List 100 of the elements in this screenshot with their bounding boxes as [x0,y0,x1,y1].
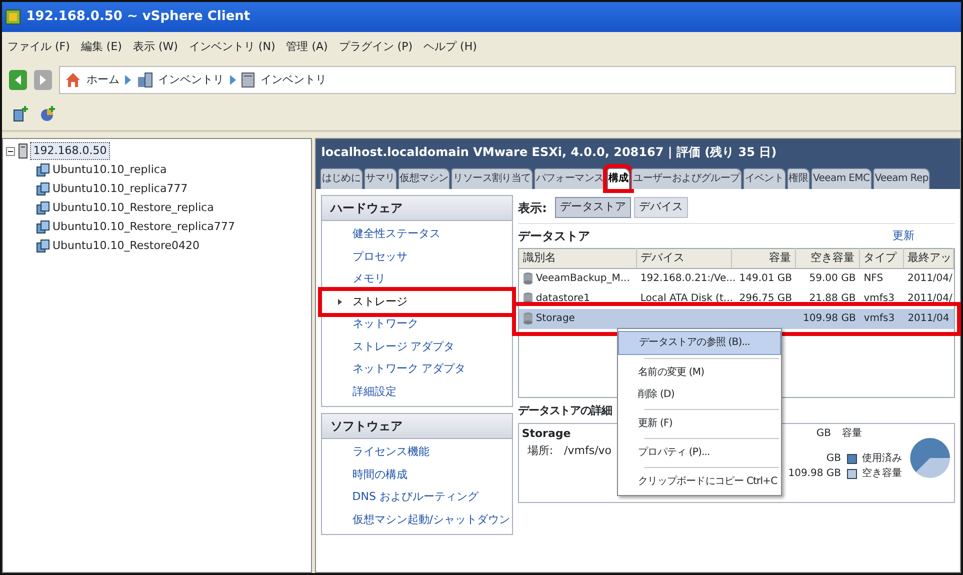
host-header-title: localhost.localdomain VMware ESXi, 4.0.0, 208167 | 評価 (残り 35 日) [321,144,777,161]
forward-icon[interactable] [33,69,53,91]
bullet-icon [338,298,342,305]
tab[interactable]: 仮想マシン [398,168,450,189]
menu-item[interactable]: 編集 (E) [80,38,122,56]
detail-value: GB [816,427,831,442]
table-cell: 2011/04 [908,313,950,324]
vm-icon [36,200,50,215]
server-icon [18,143,28,159]
breadcrumb-link[interactable]: インベントリ [158,72,224,88]
tree-node[interactable]: 192.168.0.50 [30,142,110,160]
menu-item[interactable]: 更新 (F) [618,412,782,434]
table-cell-text: VeeamBackup_M... [536,272,630,286]
section-title: データストアの詳細 [518,403,612,420]
collapse-toggle-icon[interactable] [6,146,15,156]
nav-link[interactable]: ネットワーク [322,313,512,336]
tree-node[interactable]: Ubuntu10.10_replica777 [52,180,188,197]
nav-link[interactable]: 仮想マシン起動/シャットダウン [322,508,512,532]
table-row[interactable]: Storage 109.98 GB vmfs3 2011/04 [519,308,954,329]
table-cell: 109.98 GB [803,313,856,324]
tree-node[interactable]: Ubuntu10.10_Restore_replica [52,200,214,216]
menu-item[interactable]: プラグイン (P) [338,38,413,56]
detail-value: GB [826,452,841,466]
table-cell-text: datastore1 [536,292,590,306]
home-icon [65,72,81,88]
nav-link[interactable]: ネットワーク アダプタ [322,358,512,381]
breadcrumb-link[interactable]: ホーム [86,72,120,88]
nav-link[interactable]: ライセンス機能 [322,441,512,464]
nav-link[interactable]: プロセッサ [322,246,512,268]
table-cell: 21.88 GB [809,293,856,304]
refresh-link[interactable]: 更新 [892,228,914,244]
tab[interactable]: 権限 [786,168,810,189]
tree-node[interactable]: Ubuntu10.10_Restore0420 [52,238,200,254]
legend-label: 空き容量 [862,466,903,482]
tab[interactable]: パフォーマンス [534,168,606,189]
table-cell: 296.75 GB [739,293,792,304]
menu-item[interactable]: インベントリ (N) [188,38,276,56]
nav-link[interactable]: 詳細設定 [322,380,512,404]
tab[interactable]: イベント [742,168,786,189]
table-cell: NFS [864,273,884,284]
table-cell: 2011/04/ [907,273,952,284]
column-header[interactable]: タイプ [860,248,904,268]
detail-value: 109.98 GB [788,467,841,482]
menu-item[interactable]: ファイル (F) [8,38,70,56]
table-cell: 59.00 GB [809,273,856,284]
nav-link[interactable]: メモリ [322,268,512,291]
menu-item[interactable]: ヘルプ (H) [424,38,477,56]
view-option[interactable]: データストア [555,197,632,218]
section-title: データストア [518,228,590,245]
menu-item[interactable]: 表示 (W) [132,38,178,56]
column-header[interactable]: 識別名 [519,248,637,268]
vm-icon [36,220,50,234]
server-icon [241,72,255,88]
tab[interactable]: リソース割り当て [451,168,533,189]
nav-link[interactable]: ストレージ アダプタ [322,336,512,358]
detail-value: /vmfs/vo [564,442,612,459]
back-icon[interactable] [8,69,28,91]
menu-item[interactable]: 名前の変更 (M) [618,362,782,384]
detail-label: 場所: [527,442,554,459]
tree-node[interactable]: Ubuntu10.10_Restore_replica777 [52,218,235,235]
view-option[interactable]: デバイス [634,197,688,218]
vm-icon [36,162,50,177]
table-row[interactable]: datastore1 Local ATA Disk (t... 296.75 GB 21.88 GB vmfs3 2011/04/ [519,288,954,309]
panel-header: ソフトウェア [322,414,512,438]
legend-label: 使用済み [862,452,903,466]
tab[interactable]: ユーザーおよびグループ [631,168,742,189]
table-cell: 149.01 GB [739,273,792,284]
table-cell-text: Storage [536,312,575,326]
menu-item[interactable]: 管理 (A) [286,38,328,56]
table-cell: vmfs3 [864,313,895,324]
database-icon [523,272,534,286]
detail-name: Storage [522,426,572,442]
new-vm-icon[interactable] [13,106,29,122]
app-icon [4,9,21,25]
tab[interactable]: Veeam Rep [872,168,930,189]
column-header[interactable]: 最終アッ [904,248,954,268]
nav-link[interactable]: ストレージ [322,290,512,314]
menu-item[interactable]: 削除 (D) [618,384,782,406]
tab[interactable]: はじめに [320,168,363,189]
table-row[interactable]: VeeamBackup_M... 192.168.0.21:/Ve... 149.01 GB 59.00 GB NFS 2011/04/ [519,268,954,289]
menu-item[interactable]: データストアの参照 (B)... [618,330,782,354]
menu-item[interactable]: クリップボードにコピー Ctrl+C [618,470,782,492]
chevron-icon [230,75,236,85]
view-label: 表示: [518,200,547,216]
menu-item[interactable]: プロパティ (P)... [618,442,782,464]
window-title: 192.168.0.50 ~ vSphere Client [26,8,250,26]
nav-link[interactable]: 時間の構成 [322,464,512,486]
tab[interactable]: Veeam EMC [811,168,872,189]
vm-icon [36,238,50,253]
tree-node[interactable]: Ubuntu10.10_replica [52,162,167,178]
column-header[interactable]: 容量 [732,248,796,268]
breadcrumb-link[interactable]: インベントリ [260,72,326,88]
server-group-icon [136,72,152,88]
column-header[interactable]: 空き容量 [796,248,860,268]
panel-header: ハードウェア [322,196,512,220]
nav-link[interactable]: DNS およびルーティング [322,486,512,509]
database-icon [523,312,534,326]
nav-link[interactable]: 健全性ステータス [322,223,512,246]
column-header[interactable]: デバイス [636,248,732,268]
tab[interactable]: サマリ [364,168,397,189]
